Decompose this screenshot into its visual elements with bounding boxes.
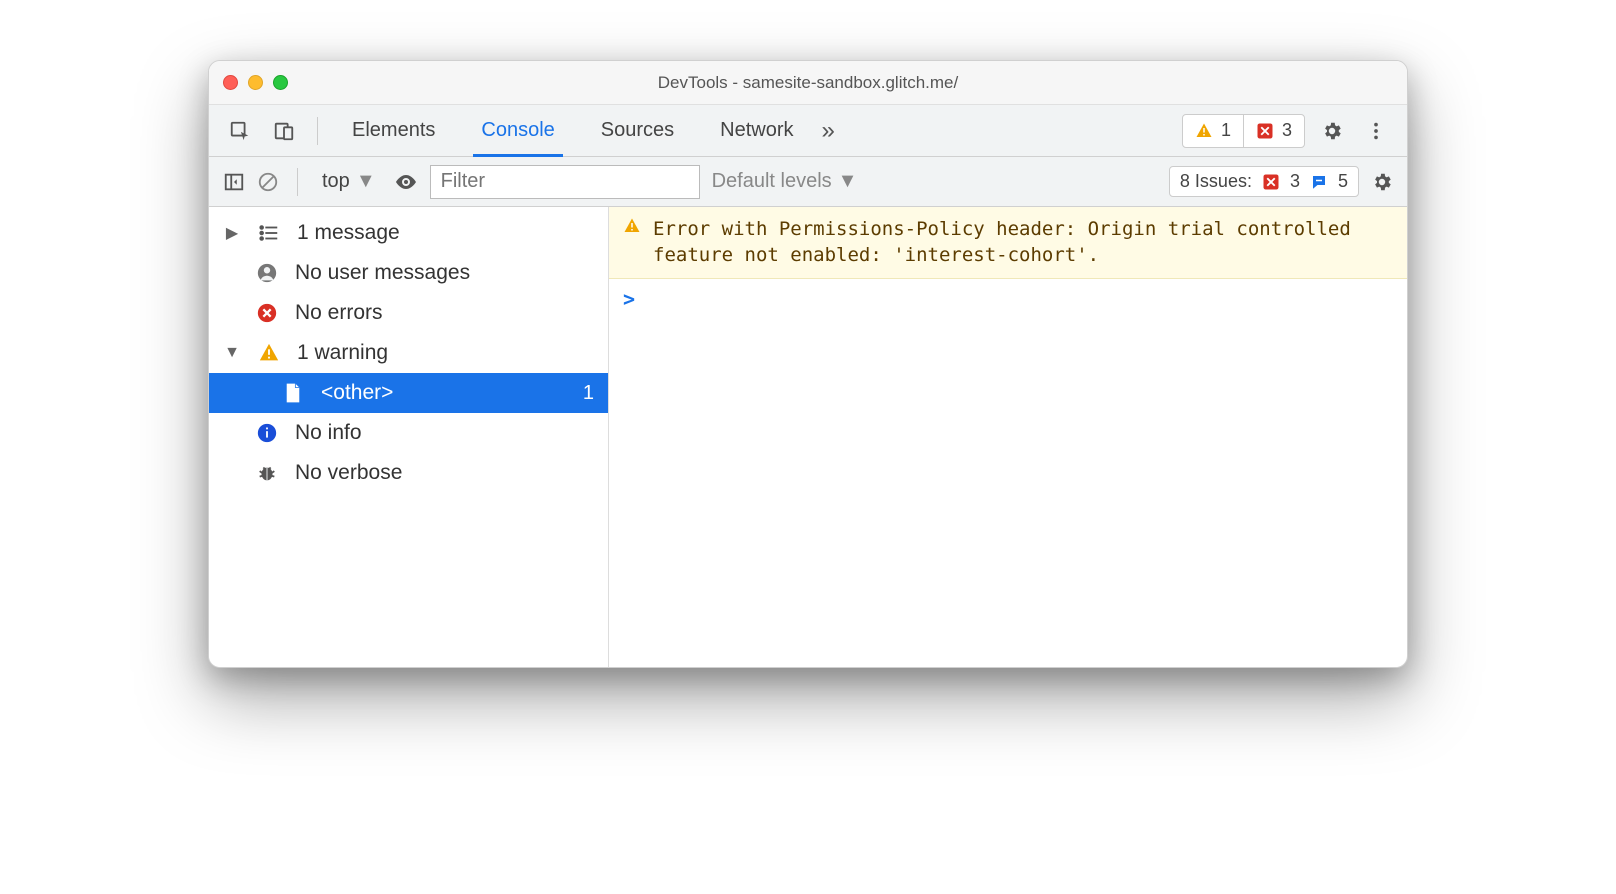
context-label: top bbox=[322, 170, 350, 193]
context-selector[interactable]: top ▼ bbox=[316, 168, 382, 195]
console-output: Error with Permissions-Policy header: Or… bbox=[609, 207, 1407, 667]
sidebar-other-count: 1 bbox=[583, 382, 594, 405]
tab-elements[interactable]: Elements bbox=[334, 105, 453, 156]
user-icon bbox=[253, 262, 281, 284]
devtools-window: DevTools - samesite-sandbox.glitch.me/ E… bbox=[208, 60, 1408, 668]
sidebar-info-label: No info bbox=[295, 421, 362, 445]
info-icon bbox=[253, 422, 281, 444]
close-window-button[interactable] bbox=[223, 75, 238, 90]
issues-label: 8 Issues: bbox=[1180, 171, 1252, 192]
toggle-sidebar-icon[interactable] bbox=[223, 171, 245, 193]
bug-icon bbox=[253, 462, 281, 484]
settings-icon[interactable] bbox=[1315, 114, 1349, 148]
inspect-element-icon[interactable] bbox=[223, 114, 257, 148]
tabbar-divider bbox=[317, 117, 318, 145]
issues-errors: 3 bbox=[1290, 171, 1300, 192]
more-options-icon[interactable] bbox=[1359, 114, 1393, 148]
sidebar-warnings[interactable]: ▼ 1 warning bbox=[209, 333, 608, 373]
warning-icon bbox=[623, 217, 641, 268]
titlebar: DevTools - samesite-sandbox.glitch.me/ bbox=[209, 61, 1407, 105]
toolbar-divider bbox=[297, 168, 298, 196]
expand-caret-icon: ▶ bbox=[223, 223, 241, 243]
window-controls bbox=[223, 75, 288, 90]
error-icon bbox=[253, 302, 281, 324]
console-settings-icon[interactable] bbox=[1371, 171, 1393, 193]
dropdown-caret-icon: ▼ bbox=[356, 170, 376, 193]
sidebar-other[interactable]: <other> 1 bbox=[209, 373, 608, 413]
warning-icon bbox=[255, 342, 283, 364]
sidebar-errors-label: No errors bbox=[295, 301, 383, 325]
minimize-window-button[interactable] bbox=[248, 75, 263, 90]
sidebar-user-label: No user messages bbox=[295, 261, 470, 285]
device-toolbar-icon[interactable] bbox=[267, 114, 301, 148]
collapse-caret-icon: ▼ bbox=[223, 344, 241, 362]
dropdown-caret-icon: ▼ bbox=[838, 170, 858, 193]
issues-other: 5 bbox=[1338, 171, 1348, 192]
filter-input[interactable] bbox=[430, 165, 700, 199]
levels-label: Default levels bbox=[712, 170, 832, 193]
error-count: 3 bbox=[1282, 120, 1292, 141]
sidebar-errors[interactable]: No errors bbox=[209, 293, 608, 333]
window-title: DevTools - samesite-sandbox.glitch.me/ bbox=[209, 73, 1407, 93]
chat-icon bbox=[1310, 173, 1328, 191]
sidebar-user-messages[interactable]: No user messages bbox=[209, 253, 608, 293]
tab-sources[interactable]: Sources bbox=[583, 105, 692, 156]
console-body: ▶ 1 message No user messages No errors bbox=[209, 207, 1407, 667]
error-icon bbox=[1262, 173, 1280, 191]
main-tabbar: Elements Console Sources Network » 1 3 bbox=[209, 105, 1407, 157]
console-warning-row[interactable]: Error with Permissions-Policy header: Or… bbox=[609, 207, 1407, 279]
sidebar-messages-label: 1 message bbox=[297, 221, 400, 245]
live-expression-icon[interactable] bbox=[394, 170, 418, 194]
list-icon bbox=[255, 222, 283, 244]
sidebar-other-label: <other> bbox=[321, 381, 393, 405]
maximize-window-button[interactable] bbox=[273, 75, 288, 90]
clear-console-icon[interactable] bbox=[257, 171, 279, 193]
console-sidebar: ▶ 1 message No user messages No errors bbox=[209, 207, 609, 667]
console-prompt[interactable]: > bbox=[609, 279, 1407, 319]
sidebar-info[interactable]: No info bbox=[209, 413, 608, 453]
prompt-caret-icon: > bbox=[623, 287, 635, 311]
levels-selector[interactable]: Default levels ▼ bbox=[712, 170, 858, 193]
warning-text: Error with Permissions-Policy header: Or… bbox=[653, 217, 1393, 268]
tab-console[interactable]: Console bbox=[463, 105, 572, 156]
status-badges[interactable]: 1 3 bbox=[1182, 114, 1305, 148]
console-toolbar: top ▼ Default levels ▼ 8 Issues: 3 5 bbox=[209, 157, 1407, 207]
warning-icon bbox=[1195, 122, 1213, 140]
sidebar-messages[interactable]: ▶ 1 message bbox=[209, 213, 608, 253]
error-icon bbox=[1256, 122, 1274, 140]
file-icon bbox=[279, 382, 307, 404]
sidebar-verbose-label: No verbose bbox=[295, 461, 402, 485]
sidebar-verbose[interactable]: No verbose bbox=[209, 453, 608, 493]
warning-count: 1 bbox=[1221, 120, 1231, 141]
sidebar-warnings-label: 1 warning bbox=[297, 341, 388, 365]
more-tabs-icon[interactable]: » bbox=[822, 117, 835, 145]
issues-button[interactable]: 8 Issues: 3 5 bbox=[1169, 166, 1359, 197]
tab-network[interactable]: Network bbox=[702, 105, 811, 156]
